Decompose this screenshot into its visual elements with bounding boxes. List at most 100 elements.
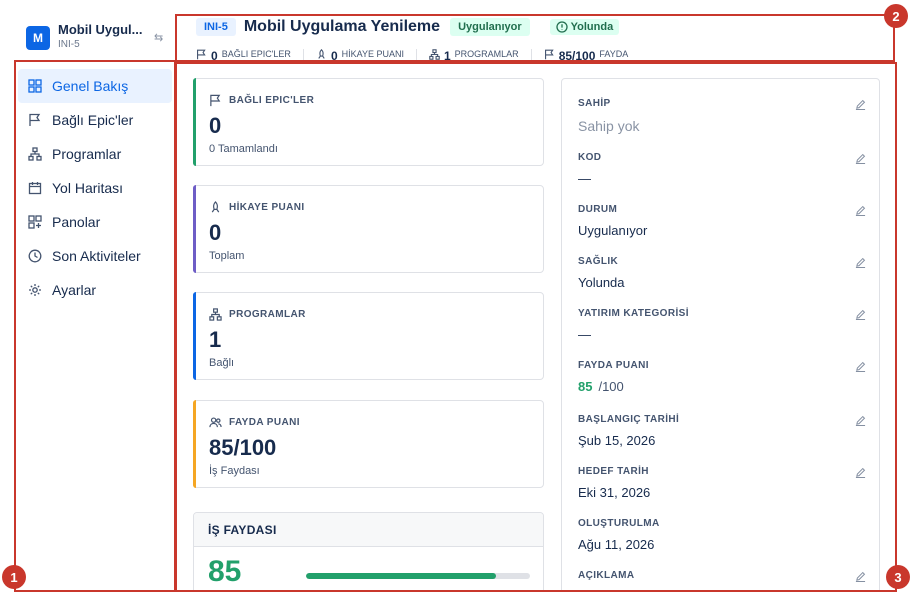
business-value-panel: İŞ FAYDASI 85	[193, 512, 544, 592]
sidebar-item-overview[interactable]: Genel Bakış	[18, 69, 172, 103]
field-value[interactable]: 85/100	[578, 379, 866, 394]
linked-epics-card[interactable]: BAĞLI EPIC'LER 0 0 Tamamlandı	[193, 78, 544, 166]
stat-label: HİKAYE PUANI	[341, 49, 404, 59]
card-accent	[193, 185, 196, 273]
sidebar-nav: Genel Bakış Bağlı Epic'ler Programlar Yo…	[18, 69, 172, 307]
card-value: 1	[209, 327, 222, 352]
field-value[interactable]: Uygulanıyor	[578, 223, 866, 238]
sidebar-item-label: Bağlı Epic'ler	[52, 112, 134, 128]
stat-value: 0	[330, 49, 338, 63]
card-value: 0	[209, 220, 222, 245]
field-target-date: HEDEF TARİH Eki 31, 2026	[578, 466, 866, 500]
annotation-number: 1	[2, 565, 26, 589]
annotation-number: 3	[886, 565, 910, 589]
switch-icon[interactable]: ⇆	[154, 31, 163, 44]
sidebar-item-programs[interactable]: Programlar	[18, 137, 172, 171]
pencil-icon[interactable]	[855, 465, 866, 483]
card-title: HİKAYE PUANI	[229, 201, 305, 213]
pencil-icon[interactable]	[855, 97, 866, 115]
field-value[interactable]: Şub 15, 2026	[578, 433, 866, 448]
field-description: AÇIKLAMA	[578, 570, 866, 583]
business-value-progress-fill	[306, 573, 497, 579]
annotation-number: 2	[884, 4, 908, 28]
field-value: Ağu 11, 2026	[578, 537, 655, 552]
sidebar-item-linked-epics[interactable]: Bağlı Epic'ler	[18, 103, 172, 137]
hierarchy-icon	[27, 146, 43, 162]
story-points-card[interactable]: HİKAYE PUANI 0 Toplam	[193, 185, 544, 273]
card-value: 0	[209, 113, 222, 138]
gear-icon	[27, 282, 43, 298]
field-value[interactable]: —	[578, 171, 866, 186]
sidebar-item-roadmap[interactable]: Yol Haritası	[18, 171, 172, 205]
field-label: BAŞLANGIÇ TARİHİ	[578, 414, 680, 425]
card-header: PROGRAMLAR	[209, 307, 543, 321]
flag-icon	[209, 93, 223, 107]
workspace-name: Mobil Uygul...	[58, 22, 143, 37]
card-title: PROGRAMLAR	[229, 308, 306, 320]
pencil-icon[interactable]	[855, 569, 866, 587]
stat-story-points: 0 HİKAYE PUANI	[316, 49, 417, 63]
field-label: AÇIKLAMA	[578, 570, 635, 581]
status-badge[interactable]: Uygulanıyor	[450, 18, 530, 36]
hierarchy-icon	[429, 49, 440, 60]
field-value[interactable]: —	[578, 327, 866, 342]
stat-value-score: 85/100 FAYDA	[544, 49, 641, 63]
card-header: FAYDA PUANI	[209, 415, 543, 429]
field-created: OLUŞTURULMA Ağu 11, 2026	[578, 518, 866, 552]
field-label: OLUŞTURULMA	[578, 518, 660, 529]
field-label: HEDEF TARİH	[578, 466, 649, 477]
field-value-score: FAYDA PUANI 85/100	[578, 360, 866, 394]
pencil-icon[interactable]	[855, 255, 866, 273]
pencil-icon[interactable]	[855, 151, 866, 169]
flag-icon	[544, 49, 554, 60]
field-investment-category: YATIRIM KATEGORİSİ —	[578, 308, 866, 342]
sidebar-item-label: Son Aktiviteler	[52, 248, 141, 264]
sidebar-item-recent-activity[interactable]: Son Aktiviteler	[18, 239, 172, 273]
workspace-text: Mobil Uygul... INI-5	[58, 22, 154, 52]
card-title: BAĞLI EPIC'LER	[229, 94, 315, 106]
field-value[interactable]: Eki 31, 2026	[578, 485, 866, 500]
field-label: DURUM	[578, 204, 618, 215]
sidebar-item-settings[interactable]: Ayarlar	[18, 273, 172, 307]
rocket-icon	[209, 200, 223, 214]
sidebar-item-label: Yol Haritası	[52, 180, 124, 196]
workspace-switcher[interactable]: M Mobil Uygul... INI-5 ⇆	[26, 22, 174, 56]
field-value[interactable]: Sahip yok	[578, 118, 866, 134]
field-owner: SAHİP Sahip yok	[578, 98, 866, 134]
calendar-icon	[27, 180, 43, 196]
pencil-icon[interactable]	[855, 307, 866, 325]
sidebar-item-label: Panolar	[52, 214, 101, 230]
field-label: KOD	[578, 152, 602, 163]
card-subtitle: Toplam	[209, 250, 245, 262]
dashboard-icon	[27, 214, 43, 230]
field-label: SAHİP	[578, 98, 611, 109]
field-code: KOD —	[578, 152, 866, 186]
workspace-avatar: M	[26, 26, 50, 50]
card-subtitle: İş Faydası	[209, 465, 260, 477]
issue-key-badge: INI-5	[196, 18, 236, 36]
stat-label: FAYDA	[599, 49, 629, 59]
health-badge[interactable]: Yolunda	[549, 19, 620, 35]
value-score-card[interactable]: FAYDA PUANI 85/100 İş Faydası	[193, 400, 544, 488]
grid-icon	[27, 78, 43, 94]
sidebar-item-boards[interactable]: Panolar	[18, 205, 172, 239]
field-health: SAĞLIK Yolunda	[578, 256, 866, 290]
flag-icon	[27, 112, 43, 128]
value-score-number: 85	[578, 379, 593, 394]
business-value-number: 85	[208, 555, 242, 588]
users-icon	[209, 415, 223, 429]
sidebar-item-label: Ayarlar	[52, 282, 97, 298]
rocket-icon	[318, 49, 325, 59]
details-panel: SAHİP Sahip yok KOD — DURUM Uygulanıyor …	[561, 78, 880, 592]
programs-card[interactable]: PROGRAMLAR 1 Bağlı	[193, 292, 544, 380]
stat-label: BAĞLI EPIC'LER	[221, 49, 291, 59]
card-value: 85/100	[209, 435, 277, 460]
card-subtitle: 0 Tamamlandı	[209, 143, 278, 155]
pencil-icon[interactable]	[855, 413, 866, 431]
field-value[interactable]: Yolunda	[578, 275, 866, 290]
pencil-icon[interactable]	[855, 359, 866, 377]
pencil-icon[interactable]	[855, 203, 866, 221]
field-label: YATIRIM KATEGORİSİ	[578, 308, 689, 319]
health-label: Yolunda	[570, 21, 614, 33]
stat-value: 0	[211, 49, 218, 63]
